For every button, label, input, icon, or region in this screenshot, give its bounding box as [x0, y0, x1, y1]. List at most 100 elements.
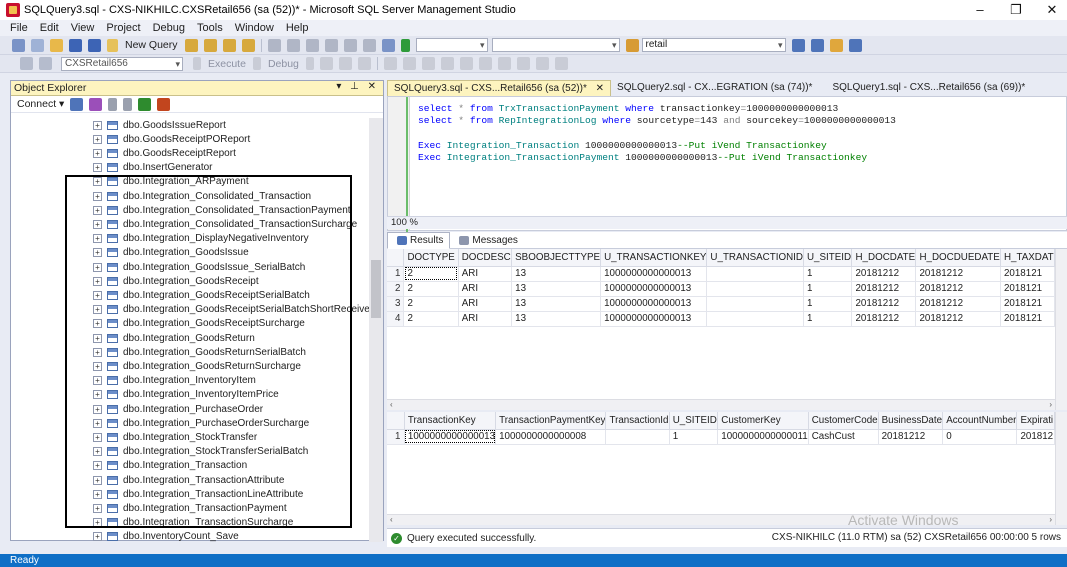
- expand-icon[interactable]: +: [93, 447, 102, 457]
- tree-node[interactable]: + dbo.GoodsReceiptReport: [93, 146, 236, 160]
- grid-1-hscrollbar[interactable]: ‹ ›: [387, 399, 1055, 410]
- results-to-file-icon[interactable]: [459, 57, 473, 70]
- tree-node[interactable]: + dbo.Integration_PurchaseOrderSurcharge: [93, 416, 309, 430]
- table-cell[interactable]: CashCust: [808, 429, 879, 445]
- new-query-button[interactable]: New Query: [125, 39, 178, 51]
- tree-node[interactable]: + dbo.Integration_StockTransferSerialBatc…: [93, 445, 308, 459]
- expand-icon[interactable]: +: [93, 333, 102, 343]
- save-icon[interactable]: [69, 38, 82, 52]
- table-cell[interactable]: 2: [403, 311, 459, 327]
- table-cell[interactable]: ARI: [458, 266, 513, 282]
- expand-icon[interactable]: +: [93, 248, 102, 258]
- redo-icon[interactable]: [343, 38, 357, 52]
- expand-icon[interactable]: +: [93, 205, 102, 215]
- expand-icon[interactable]: +: [93, 461, 102, 471]
- menu-window[interactable]: Window: [235, 22, 274, 34]
- expand-icon[interactable]: +: [93, 347, 102, 357]
- uncomment-icon[interactable]: [497, 57, 511, 70]
- copy-icon[interactable]: [286, 38, 300, 52]
- expand-icon[interactable]: +: [93, 390, 102, 400]
- expand-icon[interactable]: +: [93, 290, 102, 300]
- analysis-query-icon[interactable]: [203, 38, 217, 52]
- table-cell[interactable]: 13: [511, 311, 602, 327]
- results-grid-1[interactable]: DOCTYPE DOCDESC SBOOBJECTTYPE U_TRANSACTION…: [387, 249, 1055, 399]
- table-row[interactable]: 1 2 ARI 13 1000000000000013 1 20181212 20181212…: [387, 266, 1055, 282]
- tree-node[interactable]: + dbo.Integration_GoodsReturnSerialBatch: [93, 345, 306, 359]
- table-cell[interactable]: 0: [942, 429, 1018, 445]
- table-row[interactable]: 1 1000000000000013 1000000000000008 1 100000…: [387, 429, 1055, 445]
- execute-button[interactable]: Execute: [208, 58, 246, 70]
- navigate-icon[interactable]: [362, 38, 376, 52]
- specify-values-icon[interactable]: [554, 57, 568, 70]
- tab-messages[interactable]: Messages: [450, 232, 524, 249]
- tree-node[interactable]: + dbo.Integration_GoodsIssue: [93, 246, 249, 260]
- tree-node[interactable]: + dbo.Integration_TransactionAttribute: [93, 473, 284, 487]
- expand-icon[interactable]: +: [93, 489, 102, 499]
- tree-node[interactable]: + dbo.InventoryCount_Save: [93, 530, 239, 542]
- tree-node[interactable]: + dbo.Integration_Consolidated_Transactio…: [93, 203, 351, 217]
- display-plan-icon[interactable]: [338, 57, 352, 70]
- table-cell[interactable]: 1000000000000013: [600, 311, 708, 327]
- column-header[interactable]: SBOOBJECTTYPE: [511, 249, 602, 267]
- disconnect-icon[interactable]: [89, 97, 103, 111]
- tree-node[interactable]: + dbo.GoodsIssueReport: [93, 118, 226, 132]
- row-number[interactable]: 2: [387, 281, 405, 297]
- expand-icon[interactable]: +: [93, 191, 102, 201]
- table-cell[interactable]: 2018121: [1000, 296, 1055, 312]
- parse-icon[interactable]: [319, 57, 333, 70]
- table-cell[interactable]: ARI: [458, 281, 513, 297]
- tree-node[interactable]: + dbo.Integration_GoodsReturnSurcharge: [93, 359, 301, 373]
- expand-icon[interactable]: +: [93, 177, 102, 187]
- table-cell[interactable]: 2018121: [1000, 281, 1055, 297]
- menu-help[interactable]: Help: [286, 22, 309, 34]
- close-window-button[interactable]: ✕: [1034, 0, 1067, 20]
- column-header[interactable]: U_SITEID: [803, 249, 853, 267]
- table-cell[interactable]: 1000000000000013: [600, 281, 708, 297]
- tab-sqlquery2[interactable]: SQLQuery2.sql - CX...EGRATION (sa (74))*: [611, 80, 818, 96]
- tree-node[interactable]: + dbo.Integration_TransactionPayment: [93, 501, 287, 515]
- decrease-indent-icon[interactable]: [516, 57, 530, 70]
- change-connection-icon[interactable]: [39, 57, 52, 70]
- column-header[interactable]: AccountNumber: [942, 412, 1018, 430]
- filter-icon[interactable]: [123, 97, 133, 111]
- platform-dropdown[interactable]: [491, 38, 620, 52]
- solution-config-dropdown[interactable]: [415, 38, 488, 52]
- column-header[interactable]: U_TRANSACTIONID: [706, 249, 804, 267]
- expand-icon[interactable]: +: [93, 305, 102, 315]
- expand-icon[interactable]: +: [93, 163, 102, 173]
- tab-results[interactable]: Results: [387, 231, 451, 249]
- toolbox-icon[interactable]: [829, 38, 843, 52]
- expand-icon[interactable]: +: [93, 503, 102, 513]
- add-item-icon[interactable]: [31, 38, 44, 52]
- table-cell[interactable]: 1000000000000008: [495, 429, 607, 445]
- window-icon[interactable]: [848, 38, 862, 52]
- database-query-icon[interactable]: [184, 38, 198, 52]
- tree-node[interactable]: + dbo.Integration_Consolidated_Transactio…: [93, 217, 357, 231]
- menu-file[interactable]: File: [10, 22, 28, 34]
- scroll-left-icon[interactable]: ‹: [387, 400, 393, 409]
- increase-indent-icon[interactable]: [535, 57, 549, 70]
- tree-node[interactable]: + dbo.Integration_Consolidated_Transactio…: [93, 189, 311, 203]
- client-stats-icon[interactable]: [402, 57, 416, 70]
- row-number[interactable]: 1: [387, 429, 405, 445]
- grid-1-vscrollbar[interactable]: [1055, 249, 1067, 410]
- row-number[interactable]: 3: [387, 296, 405, 312]
- tab-sqlquery1[interactable]: SQLQuery1.sql - CXS...Retail656 (sa (69)…: [826, 80, 1031, 96]
- table-cell[interactable]: 1: [803, 281, 853, 297]
- tree-node[interactable]: + dbo.Integration_GoodsReceipt: [93, 274, 259, 288]
- expand-icon[interactable]: +: [93, 219, 102, 229]
- table-cell[interactable]: 20181212: [915, 281, 1001, 297]
- expand-icon[interactable]: +: [93, 475, 102, 485]
- menu-debug[interactable]: Debug: [153, 22, 185, 34]
- table-row[interactable]: 4 2 ARI 13 1000000000000013 1 20181212 20181212…: [387, 311, 1055, 327]
- find-icon[interactable]: [625, 38, 639, 52]
- table-cell[interactable]: [605, 429, 670, 445]
- expand-icon[interactable]: +: [93, 418, 102, 428]
- search-combo[interactable]: retail: [641, 38, 786, 52]
- panel-pin-controls[interactable]: ▾ ⊥ ✕: [336, 81, 379, 92]
- table-cell[interactable]: [706, 311, 804, 327]
- database-dropdown[interactable]: CXSRetail656: [61, 56, 183, 71]
- table-cell[interactable]: [706, 281, 804, 297]
- tree-node[interactable]: + dbo.Integration_ARPayment: [93, 175, 249, 189]
- table-row[interactable]: 2 2 ARI 13 1000000000000013 1 20181212 20181212…: [387, 281, 1055, 297]
